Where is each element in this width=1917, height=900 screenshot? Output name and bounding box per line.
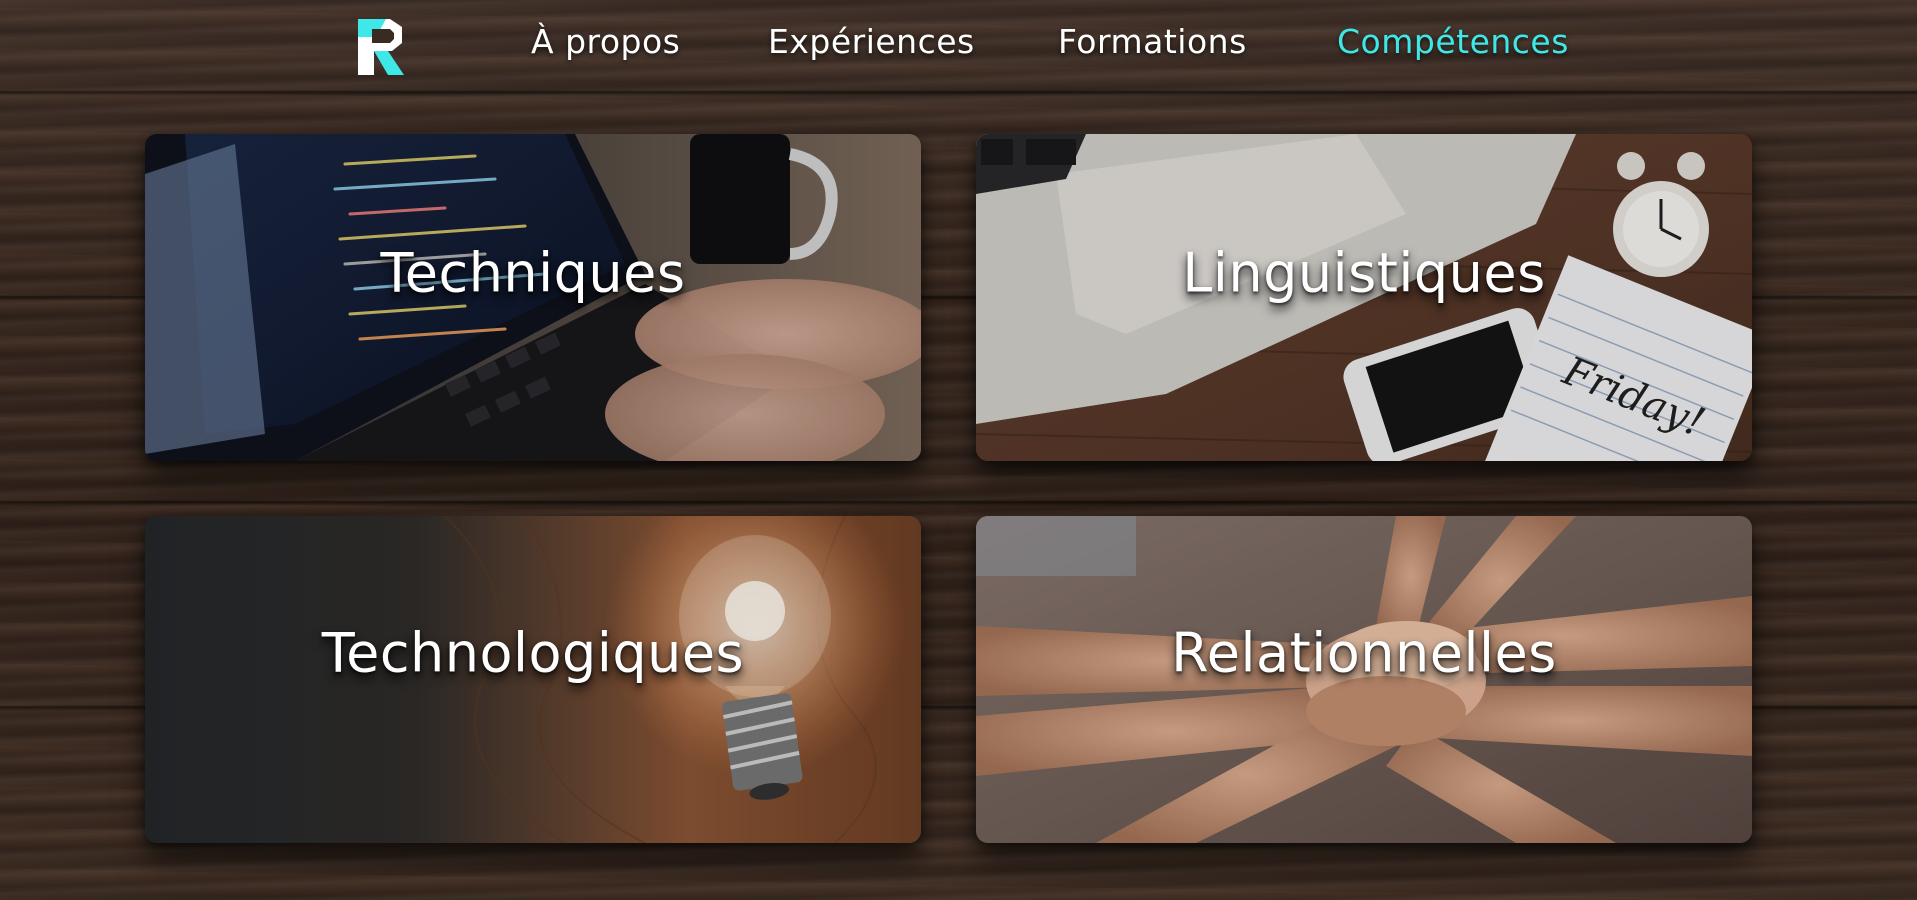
card-title: Linguistiques: [1182, 241, 1546, 304]
skill-card-linguistiques[interactable]: Friday! Linguistiques: [976, 134, 1752, 461]
nav-link-formations[interactable]: Formations: [1058, 22, 1247, 61]
nav-link-competences[interactable]: Compétences: [1337, 22, 1569, 61]
top-navigation: À propos Expériences Formations Compéten…: [0, 0, 1917, 92]
nav-link-experiences[interactable]: Expériences: [768, 22, 975, 61]
skill-card-techniques[interactable]: Techniques: [145, 134, 921, 461]
nav-link-a-propos[interactable]: À propos: [531, 22, 680, 61]
skill-card-technologiques[interactable]: Technologiques: [145, 516, 921, 843]
card-title: Technologiques: [321, 621, 745, 684]
skill-card-relationnelles[interactable]: Relationnelles: [976, 516, 1752, 843]
logo-icon[interactable]: [356, 17, 406, 77]
card-title: Techniques: [380, 241, 686, 304]
card-title: Relationnelles: [1171, 621, 1557, 684]
